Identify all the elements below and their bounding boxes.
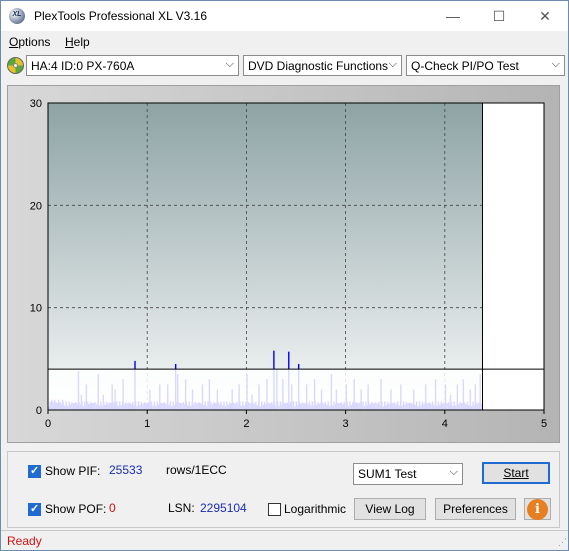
- lsn-label: LSN:: [168, 501, 195, 515]
- x-tick-label: 3: [343, 418, 349, 430]
- y-tick-label: 30: [30, 98, 42, 110]
- show-pof-checkbox[interactable]: [28, 502, 41, 516]
- resize-grip-icon[interactable]: ⋰: [558, 537, 567, 548]
- threshold-band: [48, 369, 483, 410]
- show-pif-label: Show PIF:: [45, 464, 101, 478]
- menu-help[interactable]: Help: [65, 35, 90, 49]
- lsn-value: 2295104: [200, 501, 247, 515]
- x-tick-label: 0: [45, 418, 51, 430]
- status-text: Ready: [7, 534, 42, 548]
- preferences-button[interactable]: Preferences: [435, 498, 516, 520]
- view-log-button[interactable]: View Log: [354, 498, 426, 520]
- title-bar: XL PlexTools Professional XL V3.16 — ☐ ✕: [1, 1, 568, 31]
- x-tick-label: 2: [243, 418, 249, 430]
- chart-frame: 30 20 10 0 0 1 2 3 4 5: [7, 85, 560, 443]
- chevron-down-icon: ⌵: [551, 58, 560, 70]
- disc-drive-icon: [7, 57, 24, 74]
- toolbar: HA:4 ID:0 PX-760A ⌵ DVD Diagnostic Funct…: [1, 53, 568, 81]
- controls-panel: Show PIF: 25533 rows/1ECC SUM1 Test ⌵ St…: [7, 451, 560, 528]
- close-button[interactable]: ✕: [522, 1, 568, 31]
- x-tick-label: 4: [442, 418, 448, 430]
- logarithmic-checkbox[interactable]: [268, 503, 281, 516]
- x-tick-label: 1: [144, 418, 150, 430]
- function-select[interactable]: DVD Diagnostic Functions ⌵: [243, 55, 402, 76]
- pi-po-chart: 30 20 10 00 1 2 3 4 5: [8, 86, 559, 442]
- info-button-frame[interactable]: i: [524, 498, 551, 520]
- drive-select-value: HA:4 ID:0 PX-760A: [31, 59, 135, 73]
- window-title: PlexTools Professional XL V3.16: [34, 9, 207, 23]
- test-select[interactable]: Q-Check PI/PO Test ⌵: [406, 55, 565, 76]
- unscanned-region: [482, 103, 544, 410]
- menu-bar: Options Help: [1, 32, 568, 52]
- chevron-down-icon: ⌵: [225, 58, 234, 70]
- maximize-button[interactable]: ☐: [476, 1, 522, 31]
- pif-unit: rows/1ECC: [166, 463, 227, 477]
- y-tick-label: 10: [30, 303, 42, 315]
- minimize-button[interactable]: —: [430, 1, 476, 31]
- test-select-value: Q-Check PI/PO Test: [411, 59, 519, 73]
- sum-test-value: SUM1 Test: [358, 467, 417, 481]
- start-button[interactable]: Start: [482, 462, 550, 484]
- chevron-down-icon: ⌵: [449, 466, 458, 478]
- status-bar: Ready ⋰: [1, 530, 568, 550]
- show-pof-label: Show POF:: [45, 502, 107, 516]
- sum-test-select[interactable]: SUM1 Test ⌵: [353, 463, 463, 485]
- info-icon: i: [527, 499, 548, 520]
- x-tick-label: 5: [541, 418, 547, 430]
- menu-options[interactable]: Options: [9, 35, 50, 49]
- pif-value: 25533: [109, 463, 143, 477]
- app-logo-icon: XL: [9, 8, 25, 24]
- chevron-down-icon: ⌵: [388, 58, 397, 70]
- plot-area: [48, 103, 544, 410]
- app-window: XL PlexTools Professional XL V3.16 — ☐ ✕…: [0, 0, 569, 551]
- pof-value: 0: [109, 501, 116, 515]
- y-tick-label: 0: [36, 405, 42, 417]
- drive-select[interactable]: HA:4 ID:0 PX-760A ⌵: [26, 55, 239, 76]
- y-tick-label: 20: [30, 200, 42, 212]
- show-pif-checkbox[interactable]: [28, 464, 41, 478]
- logarithmic-label: Logarithmic: [284, 502, 347, 516]
- function-select-value: DVD Diagnostic Functions: [248, 59, 389, 73]
